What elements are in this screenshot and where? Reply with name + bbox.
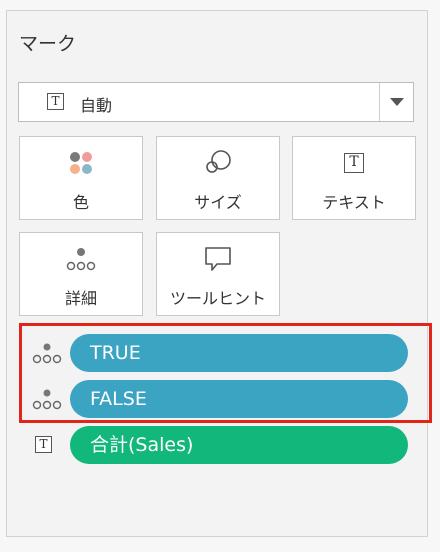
color-button[interactable]: 色 bbox=[19, 136, 143, 220]
dropdown-divider bbox=[379, 83, 380, 121]
chevron-down-icon[interactable] bbox=[390, 98, 404, 106]
detail-button[interactable]: 詳細 bbox=[19, 232, 143, 316]
text-icon: T bbox=[35, 436, 52, 453]
color-button-label: 色 bbox=[72, 193, 89, 212]
color-icon bbox=[70, 152, 92, 174]
field-pill-sum-sales[interactable]: 合計(Sales) bbox=[70, 426, 408, 464]
tooltip-button[interactable]: ツールヒント bbox=[156, 232, 280, 316]
tooltip-icon bbox=[205, 247, 231, 271]
marks-card-title: マーク bbox=[19, 33, 77, 55]
highlight-box bbox=[19, 323, 432, 423]
size-icon bbox=[206, 150, 231, 173]
field-row-sum-sales: T 合計(Sales) bbox=[30, 426, 410, 464]
tooltip-button-label: ツールヒント bbox=[169, 289, 266, 308]
mark-type-dropdown[interactable]: T 自動 bbox=[18, 82, 414, 122]
size-button-label: サイズ bbox=[194, 193, 242, 212]
mark-type-value: 自動 bbox=[80, 96, 113, 115]
detail-button-label: 詳細 bbox=[64, 289, 97, 308]
text-icon: T bbox=[344, 153, 364, 173]
size-button[interactable]: サイズ bbox=[156, 136, 280, 220]
text-button-label: テキスト bbox=[322, 193, 386, 212]
text-icon: T bbox=[47, 93, 64, 110]
detail-icon bbox=[66, 248, 96, 271]
text-button[interactable]: T テキスト bbox=[292, 136, 416, 220]
